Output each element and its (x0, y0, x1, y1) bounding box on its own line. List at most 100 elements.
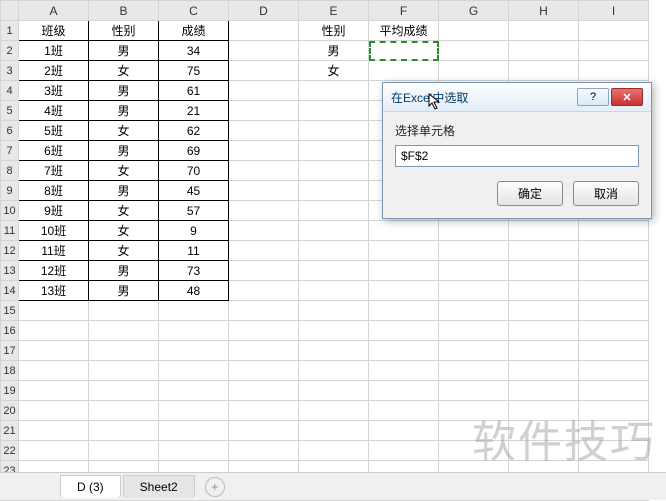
cell-E22[interactable] (299, 441, 369, 461)
cell-F12[interactable] (369, 241, 439, 261)
cell-C8[interactable]: 70 (159, 161, 229, 181)
cell-G1[interactable] (439, 21, 509, 41)
row-header-10[interactable]: 10 (1, 201, 19, 221)
cell-G19[interactable] (439, 381, 509, 401)
cell-F21[interactable] (369, 421, 439, 441)
cell-G21[interactable] (439, 421, 509, 441)
cell-A14[interactable]: 13班 (19, 281, 89, 301)
cell-G15[interactable] (439, 301, 509, 321)
column-header-B[interactable]: B (89, 1, 159, 21)
cell-E16[interactable] (299, 321, 369, 341)
row-header-18[interactable]: 18 (1, 361, 19, 381)
cell-E21[interactable] (299, 421, 369, 441)
cell-C10[interactable]: 57 (159, 201, 229, 221)
cell-A10[interactable]: 9班 (19, 201, 89, 221)
cell-E18[interactable] (299, 361, 369, 381)
cell-E20[interactable] (299, 401, 369, 421)
cell-H13[interactable] (509, 261, 579, 281)
cell-I18[interactable] (579, 361, 649, 381)
cell-E4[interactable] (299, 81, 369, 101)
cell-D6[interactable] (229, 121, 299, 141)
cell-D15[interactable] (229, 301, 299, 321)
cell-B22[interactable] (89, 441, 159, 461)
cell-H14[interactable] (509, 281, 579, 301)
cell-D13[interactable] (229, 261, 299, 281)
cell-A17[interactable] (19, 341, 89, 361)
cell-C4[interactable]: 61 (159, 81, 229, 101)
row-header-9[interactable]: 9 (1, 181, 19, 201)
cell-H21[interactable] (509, 421, 579, 441)
cell-I13[interactable] (579, 261, 649, 281)
row-header-21[interactable]: 21 (1, 421, 19, 441)
cell-A3[interactable]: 2班 (19, 61, 89, 81)
cell-B19[interactable] (89, 381, 159, 401)
column-header-C[interactable]: C (159, 1, 229, 21)
cell-A15[interactable] (19, 301, 89, 321)
cell-E10[interactable] (299, 201, 369, 221)
row-header-6[interactable]: 6 (1, 121, 19, 141)
cell-D8[interactable] (229, 161, 299, 181)
cell-A19[interactable] (19, 381, 89, 401)
cancel-button[interactable]: 取消 (573, 181, 639, 206)
cell-E13[interactable] (299, 261, 369, 281)
row-header-7[interactable]: 7 (1, 141, 19, 161)
cell-D1[interactable] (229, 21, 299, 41)
cell-D7[interactable] (229, 141, 299, 161)
cell-B15[interactable] (89, 301, 159, 321)
cell-A9[interactable]: 8班 (19, 181, 89, 201)
cell-B14[interactable]: 男 (89, 281, 159, 301)
cell-B1[interactable]: 性别 (89, 21, 159, 41)
row-header-1[interactable]: 1 (1, 21, 19, 41)
cell-I20[interactable] (579, 401, 649, 421)
sheet-tab-active[interactable]: D (3) (60, 475, 121, 498)
cell-D14[interactable] (229, 281, 299, 301)
cell-F13[interactable] (369, 261, 439, 281)
cell-H2[interactable] (509, 41, 579, 61)
cell-C7[interactable]: 69 (159, 141, 229, 161)
cell-H15[interactable] (509, 301, 579, 321)
cell-G22[interactable] (439, 441, 509, 461)
cell-A11[interactable]: 10班 (19, 221, 89, 241)
row-header-4[interactable]: 4 (1, 81, 19, 101)
cell-I14[interactable] (579, 281, 649, 301)
cell-I1[interactable] (579, 21, 649, 41)
cell-B11[interactable]: 女 (89, 221, 159, 241)
cell-B5[interactable]: 男 (89, 101, 159, 121)
cell-C11[interactable]: 9 (159, 221, 229, 241)
ok-button[interactable]: 确定 (497, 181, 563, 206)
cell-E12[interactable] (299, 241, 369, 261)
cell-F14[interactable] (369, 281, 439, 301)
cell-C1[interactable]: 成绩 (159, 21, 229, 41)
cell-G18[interactable] (439, 361, 509, 381)
row-header-19[interactable]: 19 (1, 381, 19, 401)
cell-I12[interactable] (579, 241, 649, 261)
cell-G20[interactable] (439, 401, 509, 421)
cell-H22[interactable] (509, 441, 579, 461)
cell-B16[interactable] (89, 321, 159, 341)
cell-E9[interactable] (299, 181, 369, 201)
cell-C12[interactable]: 11 (159, 241, 229, 261)
cell-B12[interactable]: 女 (89, 241, 159, 261)
cell-D22[interactable] (229, 441, 299, 461)
cell-D11[interactable] (229, 221, 299, 241)
cell-E8[interactable] (299, 161, 369, 181)
cell-E2[interactable]: 男 (299, 41, 369, 61)
cell-B7[interactable]: 男 (89, 141, 159, 161)
cell-F22[interactable] (369, 441, 439, 461)
cell-E3[interactable]: 女 (299, 61, 369, 81)
cell-E6[interactable] (299, 121, 369, 141)
cell-D4[interactable] (229, 81, 299, 101)
cell-C5[interactable]: 21 (159, 101, 229, 121)
cell-H17[interactable] (509, 341, 579, 361)
row-header-12[interactable]: 12 (1, 241, 19, 261)
cell-C15[interactable] (159, 301, 229, 321)
cell-G17[interactable] (439, 341, 509, 361)
cell-I2[interactable] (579, 41, 649, 61)
row-header-20[interactable]: 20 (1, 401, 19, 421)
cell-B13[interactable]: 男 (89, 261, 159, 281)
cell-F18[interactable] (369, 361, 439, 381)
column-header-F[interactable]: F (369, 1, 439, 21)
cell-E17[interactable] (299, 341, 369, 361)
cell-F15[interactable] (369, 301, 439, 321)
cell-I11[interactable] (579, 221, 649, 241)
